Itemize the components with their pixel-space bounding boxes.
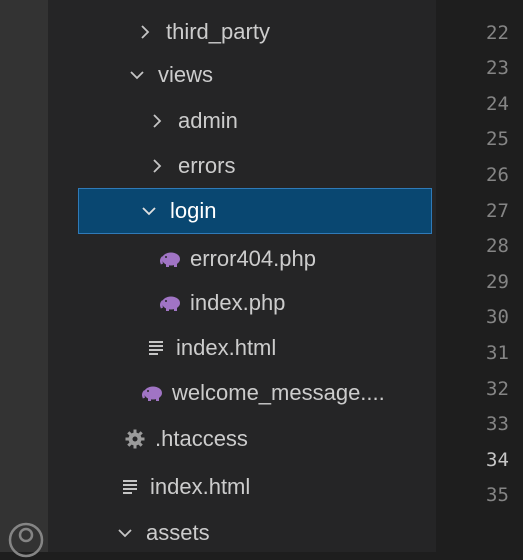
tree-item-label: index.html: [150, 474, 251, 499]
tree-item-index-php[interactable]: index.php: [48, 280, 436, 326]
chevron-right-icon: [134, 21, 156, 43]
tree-item-label: login: [170, 198, 217, 223]
lines-file-icon: [118, 475, 142, 499]
tree-item-admin[interactable]: admin: [48, 98, 436, 144]
tree-item-label: welcome_message....: [172, 380, 385, 405]
chevron-right-icon: [146, 155, 168, 177]
tree-item-label: index.html: [176, 335, 277, 360]
tree-item-label: errors: [178, 153, 236, 178]
chevron-down-icon: [114, 522, 136, 544]
tree-item-assets[interactable]: assets: [48, 510, 436, 552]
tree-item-label: third_party: [166, 19, 270, 44]
tree-item-label: assets: [146, 520, 210, 545]
file-explorer: third_party views admin errors login err…: [48, 0, 436, 552]
tree-item-third-party[interactable]: third_party: [48, 9, 436, 55]
tree-item-error404-php[interactable]: error404.php: [48, 236, 436, 282]
chevron-right-icon: [146, 110, 168, 132]
tree-item-label: error404.php: [190, 246, 316, 271]
php-elephant-icon: [158, 291, 182, 315]
tree-item-label: .htaccess: [155, 426, 248, 451]
tree-item-welcome-message[interactable]: welcome_message....: [48, 370, 436, 416]
chevron-down-icon: [126, 64, 148, 86]
account-icon[interactable]: [6, 520, 46, 560]
tree-item-label: index.php: [190, 290, 286, 315]
tree-item-views[interactable]: views: [48, 52, 436, 98]
gear-icon: [123, 427, 147, 451]
line-number: 35: [486, 484, 509, 506]
php-elephant-icon: [158, 247, 182, 271]
tree-item-label: admin: [178, 108, 238, 133]
activity-bar: [0, 0, 48, 558]
tree-item-htaccess[interactable]: .htaccess: [48, 416, 436, 462]
editor-gutter: 22 23 24 25 26 27 28 29 30 31 32 33 34 3…: [436, 0, 523, 552]
tree-item-label: views: [158, 62, 214, 87]
chevron-down-icon: [138, 200, 160, 222]
tree-item-index-html[interactable]: index.html: [48, 325, 436, 371]
lines-file-icon: [144, 336, 168, 360]
php-elephant-icon: [140, 381, 164, 405]
tree-item-errors[interactable]: errors: [48, 143, 436, 189]
tree-item-index-html[interactable]: index.html: [48, 464, 436, 510]
tree-item-login[interactable]: login: [78, 188, 432, 234]
